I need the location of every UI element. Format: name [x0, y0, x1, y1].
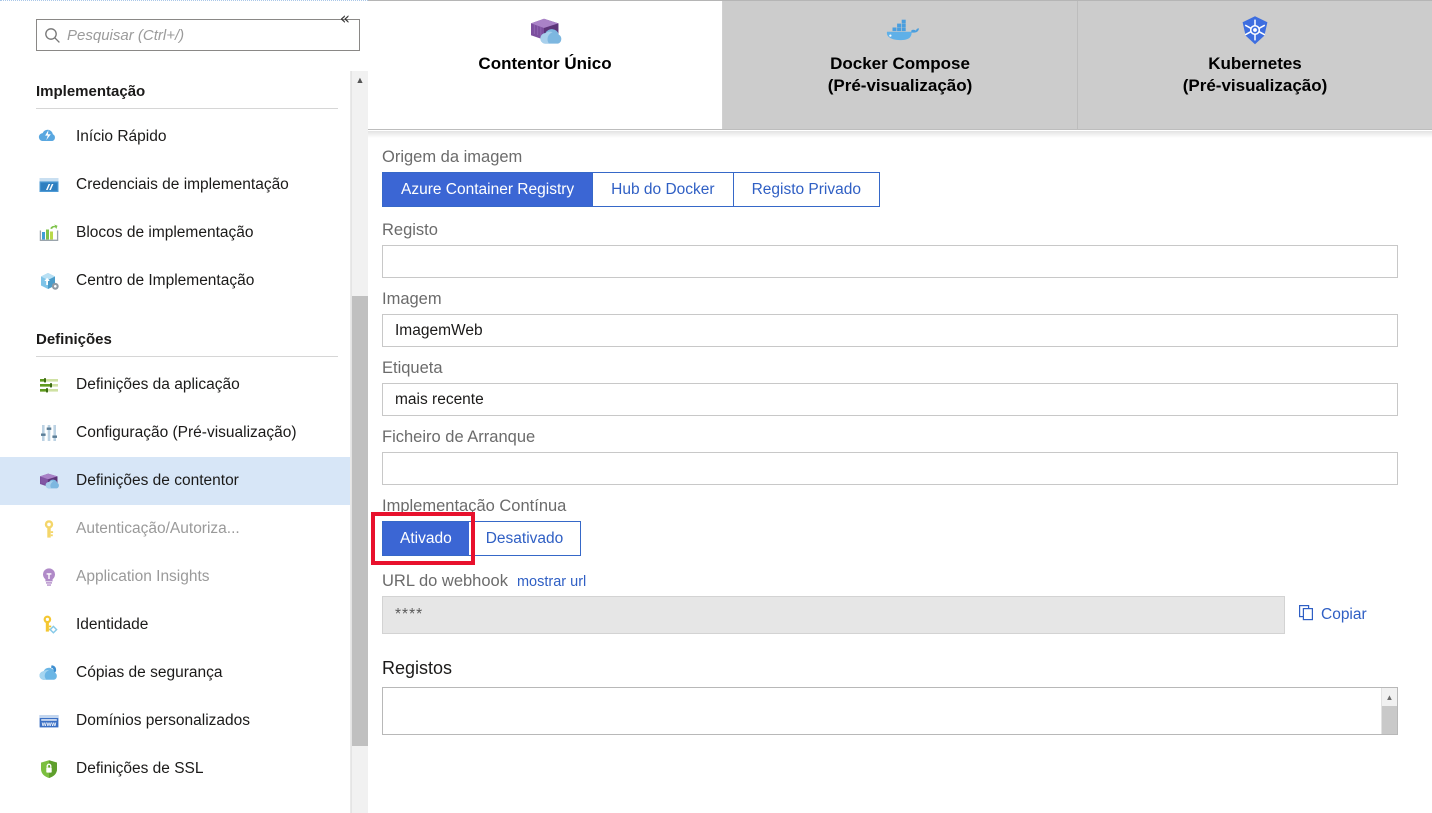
webhook-url-input[interactable]: [382, 596, 1285, 634]
logs-panel[interactable]: 2019_03_19_RD0004FFDD7893_docker.log: 20…: [382, 687, 1398, 735]
left-navigation-sidebar: « Implementação Início Rápido: [0, 0, 368, 813]
startup-file-label: Ficheiro de Arranque: [382, 428, 536, 446]
deployment-center-icon: [36, 268, 62, 294]
docker-whale-icon: [881, 9, 919, 53]
toggle-desativado[interactable]: Desativado: [468, 522, 581, 555]
sidebar-item-label: Blocos de implementação: [76, 224, 254, 241]
deployment-slots-icon: [36, 220, 62, 246]
search-input[interactable]: [67, 21, 359, 49]
tag-input[interactable]: [382, 383, 1398, 416]
scroll-up-arrow-icon[interactable]: ▲: [352, 71, 368, 89]
kubernetes-helm-icon: [1238, 9, 1272, 53]
sidebar-item-label: Centro de Implementação: [76, 272, 255, 289]
application-settings-icon: [36, 372, 62, 398]
divider: [36, 356, 338, 357]
continuous-deployment-toggle: Ativado Desativado: [382, 521, 582, 556]
tab-docker-compose[interactable]: Docker Compose (Pré-visualização): [723, 1, 1078, 129]
image-source-pivot: Azure Container Registry Hub do Docker R…: [382, 172, 880, 207]
pivot-azure-container-registry[interactable]: Azure Container Registry: [383, 173, 594, 206]
identity-key-icon: [36, 612, 62, 638]
tab-label: Docker Compose (Pré-visualização): [827, 54, 973, 96]
copy-icon: [1298, 604, 1315, 626]
logs-scrollbar-thumb[interactable]: [1382, 706, 1397, 734]
sidebar-item-centro-de-implementacao[interactable]: Centro de Implementação: [0, 257, 368, 305]
tab-label: Contentor Único: [478, 54, 612, 73]
key-icon: [36, 516, 62, 542]
tab-kubernetes[interactable]: Kubernetes (Pré-visualização): [1078, 1, 1432, 129]
toggle-ativado[interactable]: Ativado: [383, 522, 469, 555]
webhook-row: Copiar: [382, 596, 1428, 634]
svg-text:www: www: [41, 721, 57, 728]
deployment-credentials-icon: [36, 172, 62, 198]
azure-container-icon: [525, 9, 565, 53]
sidebar-search-row: [0, 1, 368, 57]
sidebar-item-application-insights[interactable]: Application Insights: [0, 553, 368, 601]
pivot-registo-privado[interactable]: Registo Privado: [733, 173, 879, 206]
copy-label: Copiar: [1321, 606, 1367, 623]
webhook-label-row: URL do webhook mostrar url: [382, 572, 1428, 591]
image-source-label: Origem da imagem: [382, 148, 523, 166]
sidebar-scrollbar[interactable]: ▲: [351, 71, 368, 813]
sidebar-item-label: Cópias de segurança: [76, 664, 223, 681]
nav-group-title-implementacao: Implementação: [36, 83, 146, 100]
sidebar-item-autenticacao-autorizacao[interactable]: Autenticação/Autoriza...: [0, 505, 368, 553]
sidebar-item-label: Configuração (Pré-visualização): [76, 424, 297, 441]
sidebar-item-blocos-de-implementacao[interactable]: Blocos de implementação: [0, 209, 368, 257]
container-settings-icon: [36, 468, 62, 494]
copy-button[interactable]: Copiar: [1298, 604, 1367, 626]
pivot-hub-do-docker[interactable]: Hub do Docker: [593, 173, 734, 206]
quickstart-cloud-icon: [36, 124, 62, 150]
azure-portal-screen: « Implementação Início Rápido: [0, 0, 1432, 813]
search-icon: [37, 27, 67, 44]
registry-input[interactable]: [382, 245, 1398, 278]
custom-domains-www-icon: www: [36, 708, 62, 734]
sidebar-item-definicoes-da-aplicacao[interactable]: Definições da aplicação: [0, 361, 368, 409]
image-label: Imagem: [382, 290, 442, 308]
configuration-sliders-icon: [36, 420, 62, 446]
tab-label: Kubernetes (Pré-visualização): [1182, 54, 1328, 96]
webhook-url-label: URL do webhook: [382, 572, 508, 590]
registry-label: Registo: [382, 221, 438, 239]
logs-scrollbar[interactable]: ▲: [1381, 688, 1397, 734]
image-input[interactable]: [382, 314, 1398, 347]
sidebar-item-inicio-rapido[interactable]: Início Rápido: [0, 113, 368, 161]
tag-label: Etiqueta: [382, 359, 443, 377]
sidebar-item-label: Início Rápido: [76, 128, 167, 145]
sidebar-item-dominios-personalizados[interactable]: www Domínios personalizados: [0, 697, 368, 745]
ssl-shield-lock-icon: [36, 756, 62, 782]
container-settings-form: Origem da imagem Azure Container Registr…: [368, 130, 1432, 735]
sidebar-item-label: Credenciais de implementação: [76, 176, 289, 193]
sidebar-item-label: Definições de SSL: [76, 760, 204, 777]
sidebar-item-identidade[interactable]: Identidade: [0, 601, 368, 649]
backups-cloud-icon: [36, 660, 62, 686]
sidebar-scrollbar-thumb[interactable]: [352, 296, 368, 746]
scroll-up-arrow-icon[interactable]: ▲: [1382, 689, 1397, 705]
sidebar-item-definicoes-de-ssl[interactable]: Definições de SSL: [0, 745, 368, 793]
sidebar-item-label: Domínios personalizados: [76, 712, 251, 729]
search-box[interactable]: [36, 19, 360, 51]
log-lines: 2019_03_19_RD0004FFDD7893_docker.log: 20…: [383, 688, 1397, 734]
show-url-link[interactable]: mostrar url: [517, 574, 586, 590]
startup-file-input[interactable]: [382, 452, 1398, 485]
sidebar-item-copias-de-seguranca[interactable]: Cópias de segurança: [0, 649, 368, 697]
collapse-sidebar-icon[interactable]: «: [336, 9, 354, 30]
continuous-deployment-label: Implementação Contínua: [382, 497, 567, 515]
sidebar-item-label: Identidade: [76, 616, 149, 633]
divider: [36, 108, 338, 109]
sidebar-nav-list: Implementação Início Rápido Credenciais …: [0, 83, 368, 793]
sidebar-item-definicoes-de-contentor[interactable]: Definições de contentor: [0, 457, 368, 505]
application-insights-icon: [36, 564, 62, 590]
container-settings-panel: Contentor Único Docker Compose (Pré-visu…: [368, 0, 1432, 813]
sidebar-item-label: Definições da aplicação: [76, 376, 240, 393]
sidebar-item-label: Definições de contentor: [76, 472, 239, 489]
container-type-tabs: Contentor Único Docker Compose (Pré-visu…: [368, 1, 1432, 130]
sidebar-item-credenciais-de-implementacao[interactable]: Credenciais de implementação: [0, 161, 368, 209]
sidebar-item-label: Autenticação/Autoriza...: [76, 520, 240, 537]
nav-group-title-definicoes: Definições: [36, 331, 112, 348]
logs-label: Registos: [382, 658, 453, 678]
sidebar-item-label: Application Insights: [76, 568, 210, 585]
sidebar-item-configuracao[interactable]: Configuração (Pré-visualização): [0, 409, 368, 457]
tab-contentor-unico[interactable]: Contentor Único: [368, 1, 723, 129]
continuous-deployment-toggle-wrap: Ativado Desativado: [371, 512, 582, 565]
